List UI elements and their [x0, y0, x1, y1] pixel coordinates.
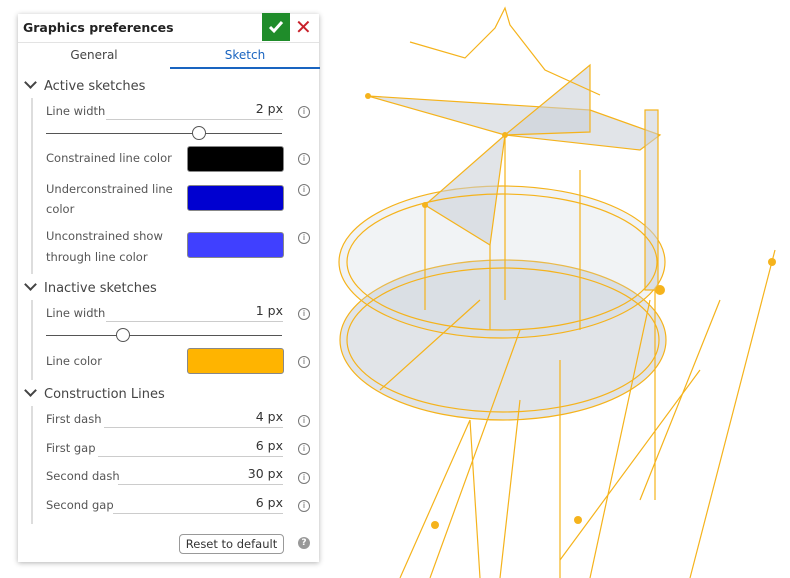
tab-general[interactable]: General	[19, 42, 169, 69]
cylinder-top	[338, 185, 666, 339]
chevron-down-icon	[24, 278, 37, 291]
pillar	[644, 109, 659, 291]
second-dash-label: Second dash	[46, 469, 120, 483]
first-gap-label: First gap	[46, 441, 96, 455]
section-title: Inactive sketches	[44, 281, 157, 296]
info-icon[interactable]: i	[298, 232, 310, 244]
confirm-button[interactable]	[262, 13, 290, 41]
check-icon	[268, 21, 284, 34]
section-divider	[31, 98, 33, 274]
chevron-down-icon	[24, 384, 37, 397]
underconstrained-color-swatch[interactable]	[187, 185, 284, 211]
info-icon[interactable]: i	[298, 106, 310, 118]
section-divider	[31, 300, 33, 380]
dialog-title: Graphics preferences	[23, 20, 174, 35]
line-width-label: Line width	[46, 104, 106, 118]
section-inactive-sketches[interactable]: Inactive sketches	[24, 278, 157, 296]
unconstrained-color-swatch[interactable]	[187, 232, 284, 258]
unconstrained-label-cont: through line color	[46, 250, 148, 264]
question-icon[interactable]: ?	[298, 537, 310, 549]
first-dash-input[interactable]: 4 px	[104, 409, 283, 428]
info-icon[interactable]: i	[298, 415, 310, 427]
sketch-triangle	[503, 63, 591, 136]
close-icon[interactable]: ✕	[295, 17, 312, 37]
section-active-sketches[interactable]: Active sketches	[24, 76, 146, 94]
section-construction-lines[interactable]: Construction Lines	[24, 384, 165, 402]
first-dash-label: First dash	[46, 412, 102, 426]
section-title: Construction Lines	[44, 387, 165, 402]
inactive-line-width-input[interactable]: 1 px	[106, 303, 283, 322]
section-title: Active sketches	[44, 79, 146, 94]
second-gap-input[interactable]: 6 px	[113, 495, 283, 514]
unconstrained-label: Unconstrained show	[46, 229, 163, 243]
inactive-line-color-swatch[interactable]	[187, 348, 284, 374]
inactive-line-width-slider[interactable]	[46, 328, 282, 342]
slider-thumb[interactable]	[116, 328, 130, 342]
section-divider	[31, 406, 33, 524]
graphics-preferences-dialog: Graphics preferences ✕ General Sketch Ac…	[18, 13, 320, 562]
constrained-color-swatch[interactable]	[187, 146, 284, 172]
info-icon[interactable]: i	[298, 153, 310, 165]
second-dash-input[interactable]: 30 px	[118, 466, 283, 485]
active-line-width-input[interactable]: 2 px	[106, 101, 283, 120]
info-icon[interactable]: i	[298, 443, 310, 455]
info-icon[interactable]: i	[298, 500, 310, 512]
tab-sketch[interactable]: Sketch	[170, 42, 320, 69]
chevron-down-icon	[24, 76, 37, 89]
underconstrained-label: Underconstrained line	[46, 182, 173, 196]
reset-to-default-button[interactable]: Reset to default	[179, 534, 284, 554]
info-icon[interactable]: i	[298, 472, 310, 484]
line-color-label: Line color	[46, 354, 102, 368]
constrained-color-label: Constrained line color	[46, 151, 172, 165]
active-line-width-slider[interactable]	[46, 126, 282, 140]
first-gap-input[interactable]: 6 px	[98, 438, 283, 457]
dialog-header: Graphics preferences ✕	[18, 13, 319, 43]
sketch-plane	[367, 95, 662, 151]
info-icon[interactable]: i	[298, 184, 310, 196]
second-gap-label: Second gap	[46, 498, 114, 512]
underconstrained-label-cont: color	[46, 202, 75, 216]
line-width-label: Line width	[46, 306, 106, 320]
info-icon[interactable]: i	[298, 356, 310, 368]
info-icon[interactable]: i	[298, 308, 310, 320]
slider-thumb[interactable]	[192, 126, 206, 140]
